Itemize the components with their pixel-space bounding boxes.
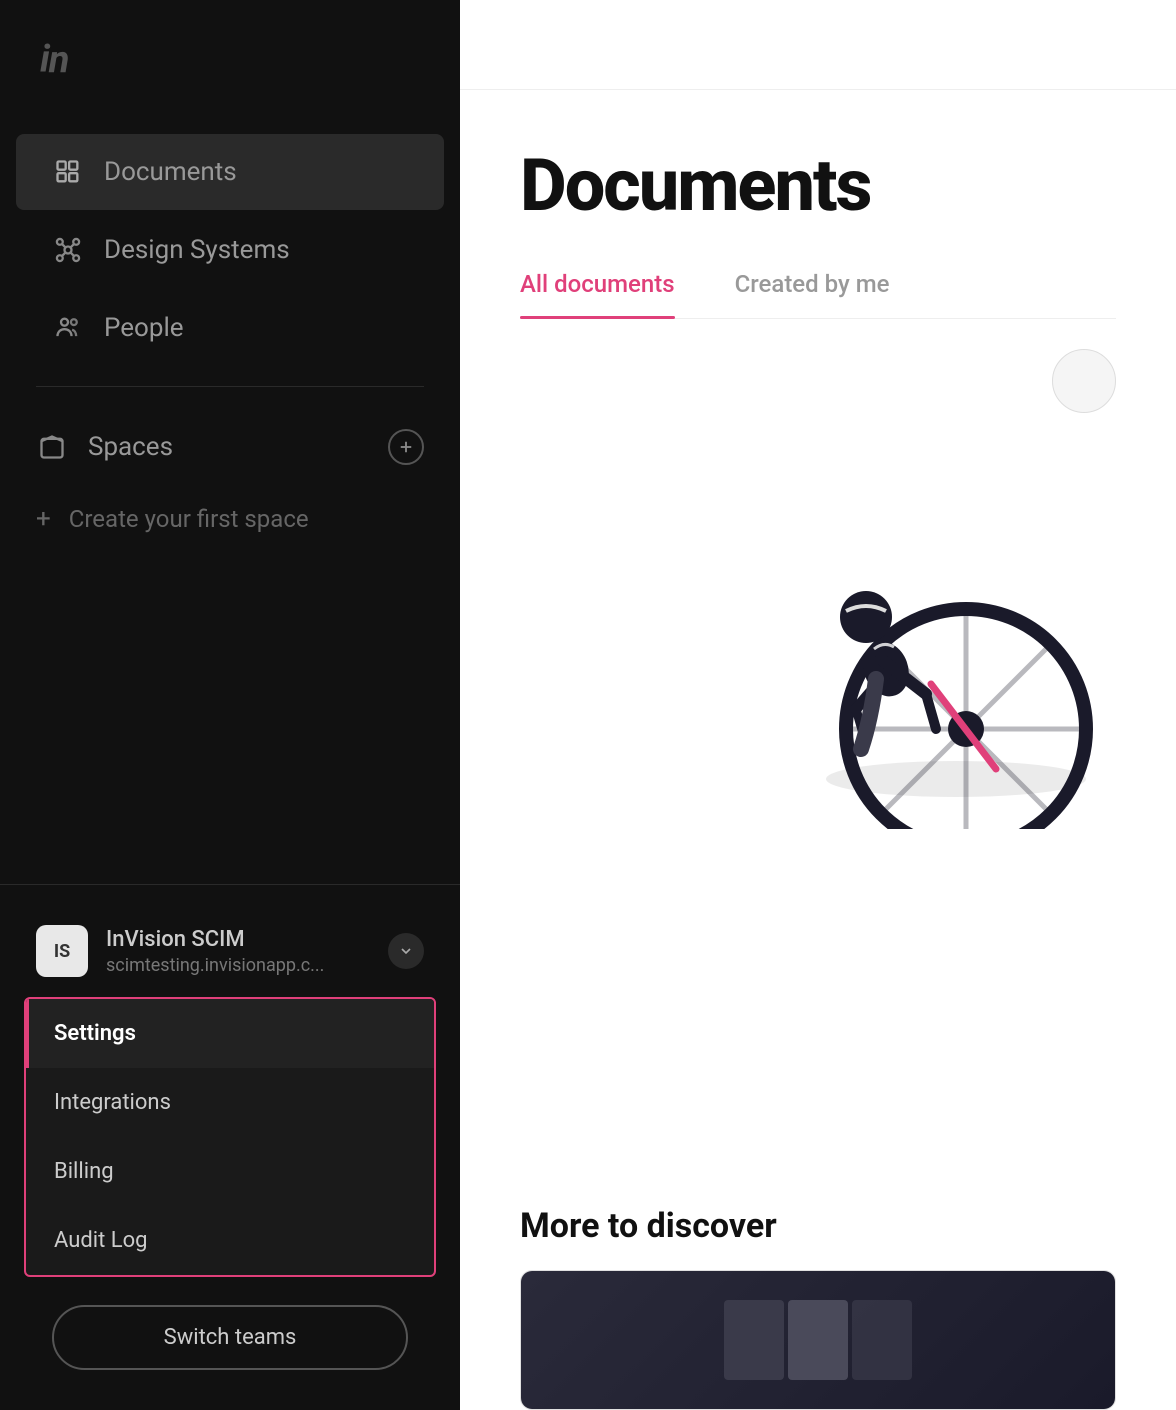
tab-all-documents[interactable]: All documents <box>520 270 675 318</box>
team-avatar: IS <box>36 925 88 977</box>
page-title: Documents <box>520 150 1116 222</box>
add-space-button[interactable] <box>388 429 424 465</box>
documents-icon <box>52 156 84 188</box>
card-image-3 <box>852 1300 912 1380</box>
spaces-header-left: Spaces <box>36 431 173 463</box>
discover-card[interactable] <box>520 1270 1116 1410</box>
dropdown-item-billing[interactable]: Billing <box>26 1137 434 1206</box>
sidebar-item-design-systems[interactable]: Design Systems <box>16 212 444 288</box>
empty-state-illustration <box>656 389 1116 829</box>
spaces-icon <box>36 431 68 463</box>
card-image-1 <box>724 1300 784 1380</box>
sidebar-bottom: IS InVision SCIM scimtesting.invisionapp… <box>0 884 460 1410</box>
team-chevron-button[interactable] <box>388 933 424 969</box>
main-body: Documents All documents Created by me <box>460 90 1176 1166</box>
main-content: Documents All documents Created by me <box>460 0 1176 1410</box>
team-name: InVision SCIM <box>106 927 370 952</box>
tab-created-by-me[interactable]: Created by me <box>735 270 890 318</box>
sidebar-item-label-design-systems: Design Systems <box>104 235 290 265</box>
card-image-2 <box>788 1300 848 1380</box>
dropdown-item-integrations[interactable]: Integrations <box>26 1068 434 1137</box>
create-space-label: Create your first space <box>69 505 309 533</box>
create-first-space[interactable]: + Create your first space <box>16 487 444 551</box>
create-space-plus-icon: + <box>36 506 51 532</box>
sidebar-logo: in <box>0 0 460 112</box>
sidebar-item-documents[interactable]: Documents <box>16 134 444 210</box>
main-header <box>460 0 1176 90</box>
dropdown-item-audit-log[interactable]: Audit Log <box>26 1206 434 1275</box>
sidebar-item-label-people: People <box>104 313 184 343</box>
sidebar-nav: Documents Design Systems <box>0 112 460 884</box>
people-icon <box>52 312 84 344</box>
team-info[interactable]: IS InVision SCIM scimtesting.invisionapp… <box>24 909 436 993</box>
sidebar: in Documents <box>0 0 460 1410</box>
spaces-label: Spaces <box>88 432 173 462</box>
switch-teams-container: Switch teams <box>24 1281 436 1410</box>
switch-teams-button[interactable]: Switch teams <box>52 1305 408 1370</box>
sidebar-item-people[interactable]: People <box>16 290 444 366</box>
nav-divider <box>36 386 424 387</box>
document-tabs: All documents Created by me <box>520 270 1116 319</box>
more-to-discover-section: More to discover <box>460 1206 1176 1410</box>
more-to-discover-title: More to discover <box>520 1206 1116 1246</box>
sidebar-item-label-documents: Documents <box>104 157 237 187</box>
spaces-header: Spaces <box>16 407 444 487</box>
team-details: InVision SCIM scimtesting.invisionapp.c.… <box>106 927 370 976</box>
app-logo: in <box>40 38 68 82</box>
dropdown-menu: Settings Integrations Billing Audit Log <box>24 997 436 1277</box>
spaces-section: Spaces + Create your first space <box>0 407 460 551</box>
design-systems-icon <box>52 234 84 266</box>
team-url: scimtesting.invisionapp.c... <box>106 955 370 976</box>
card-images <box>724 1300 912 1380</box>
illustration-area <box>520 349 1116 829</box>
discover-card-inner <box>521 1271 1115 1409</box>
dropdown-item-settings[interactable]: Settings <box>26 999 434 1068</box>
